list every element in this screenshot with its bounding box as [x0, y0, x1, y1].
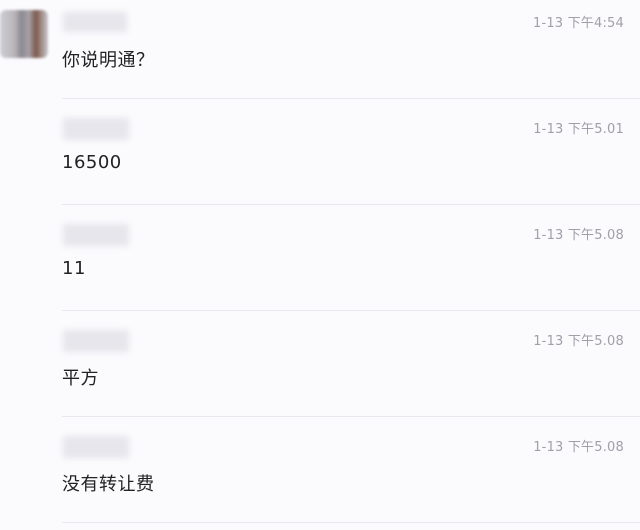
message-text: 你说明通？ — [62, 50, 155, 71]
avatar[interactable] — [0, 10, 48, 58]
message-item[interactable]: 1-13 下午5.08 没有转让费 — [0, 424, 640, 530]
sender-name-blurred — [63, 12, 127, 32]
message-text: 平方 — [62, 368, 99, 389]
divider — [62, 416, 640, 417]
sender-name-blurred — [63, 330, 129, 352]
message-timestamp: 1-13 下午5.08 — [533, 228, 624, 243]
divider — [62, 310, 640, 311]
message-item[interactable]: 1-13 下午5.08 平方 — [0, 318, 640, 424]
message-item[interactable]: 1-13 下午4:54 你说明通？ — [0, 0, 640, 106]
sender-name-blurred — [63, 118, 129, 140]
message-timestamp: 1-13 下午5.01 — [533, 122, 624, 137]
message-item[interactable]: 1-13 下午5.08 11 — [0, 212, 640, 318]
message-timestamp: 1-13 下午5.08 — [533, 334, 624, 349]
sender-name-blurred — [63, 224, 129, 246]
message-text: 11 — [62, 258, 86, 279]
message-text: 没有转让费 — [62, 474, 155, 495]
sender-name-blurred — [63, 436, 129, 458]
message-text: 16500 — [62, 152, 122, 173]
divider — [62, 98, 640, 99]
divider — [62, 522, 640, 523]
divider — [62, 204, 640, 205]
message-item[interactable]: 1-13 下午5.01 16500 — [0, 106, 640, 212]
message-timestamp: 1-13 下午5.08 — [533, 440, 624, 455]
message-timestamp: 1-13 下午4:54 — [532, 16, 624, 31]
